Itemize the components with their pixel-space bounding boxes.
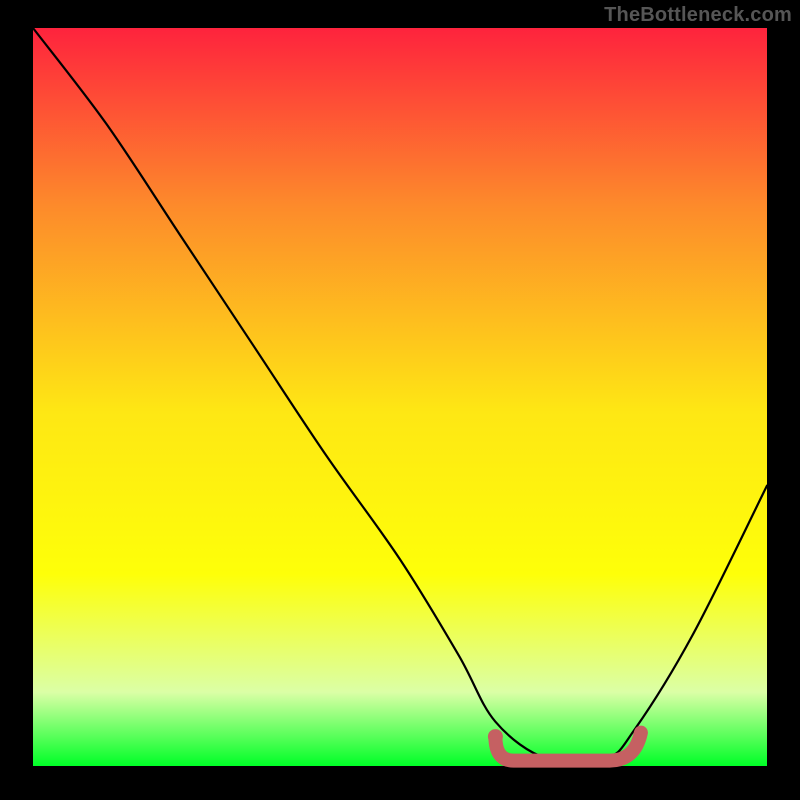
optimal-range-start-dot [488,729,503,744]
plot-background [33,28,767,766]
watermark-text: TheBottleneck.com [604,4,792,27]
bottleneck-chart [0,0,800,800]
